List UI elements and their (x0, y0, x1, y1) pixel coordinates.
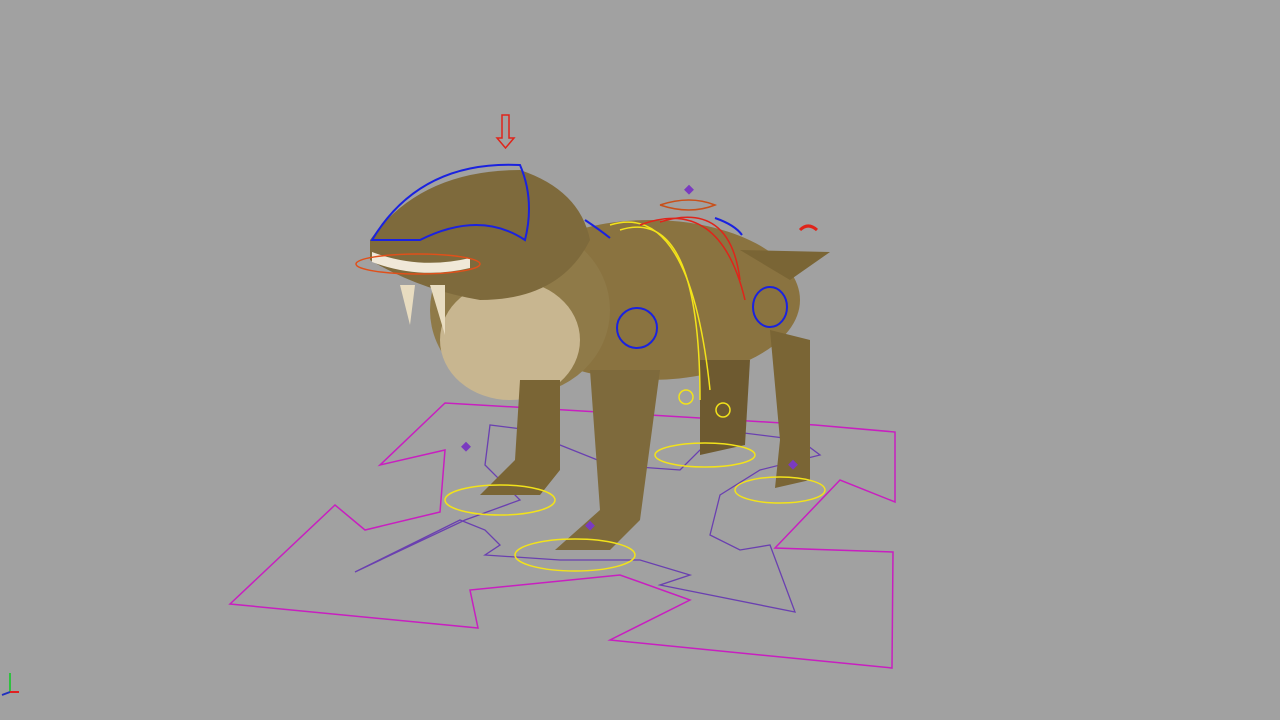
z-axis-icon (1, 691, 11, 696)
tail-control[interactable] (798, 224, 818, 232)
3d-viewport[interactable] (0, 0, 1280, 720)
axis-gizmo (1, 673, 19, 696)
creature-body[interactable] (370, 170, 830, 550)
offset-ground-control[interactable] (354, 424, 822, 613)
head-arrow-control[interactable] (495, 114, 516, 150)
scene[interactable] (0, 0, 1280, 720)
